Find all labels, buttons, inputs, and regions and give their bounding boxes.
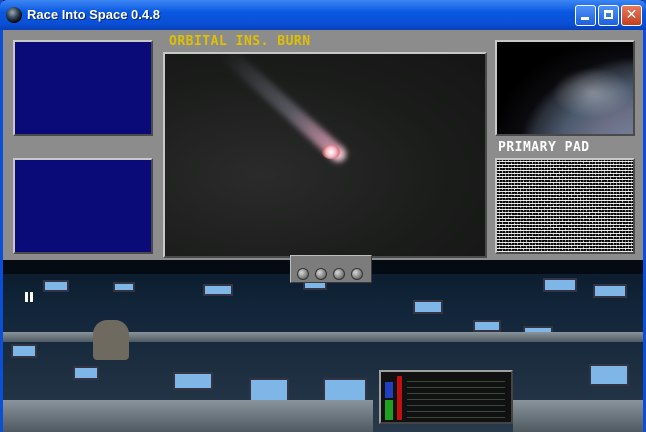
controller-figure	[93, 320, 129, 360]
main-screen-label: ORBITAL INS. BURN	[169, 34, 311, 49]
pause-icon[interactable]	[25, 287, 35, 302]
room-monitor	[173, 372, 213, 390]
minimize-button[interactable]	[575, 5, 596, 26]
title-bar[interactable]: Race Into Space 0.4.8 ✕	[0, 0, 646, 30]
earth-image	[497, 42, 633, 134]
close-icon: ✕	[625, 7, 638, 23]
window-title: Race Into Space 0.4.8	[27, 7, 160, 22]
control-strip	[290, 255, 372, 283]
main-video-screen	[163, 52, 487, 258]
room-monitor	[11, 344, 37, 358]
room-monitor	[589, 364, 629, 386]
minimize-icon	[581, 17, 589, 20]
monitor-top-left	[13, 40, 153, 136]
game-window: Race Into Space 0.4.8 ✕ ORBITAL INS. BUR…	[0, 0, 646, 432]
status-bar-red	[397, 376, 402, 420]
dial-knob[interactable]	[315, 268, 327, 280]
status-bar-green	[385, 400, 393, 420]
status-grid	[407, 378, 505, 418]
rocket-flare	[322, 145, 340, 159]
front-console	[3, 400, 373, 432]
room-monitor	[593, 284, 627, 298]
maximize-button[interactable]	[598, 5, 619, 26]
room-monitor	[113, 282, 135, 292]
dial-knob[interactable]	[333, 268, 345, 280]
earth-view-screen	[495, 40, 635, 136]
pad-label: PRIMARY PAD	[498, 140, 590, 155]
dial-knob[interactable]	[297, 268, 309, 280]
status-panel	[379, 370, 513, 424]
room-monitor	[203, 284, 233, 296]
monitor-console: ORBITAL INS. BURN PRIMARY PAD	[3, 30, 643, 260]
room-monitor	[413, 300, 443, 314]
status-bar-blue	[385, 382, 393, 398]
room-monitor	[473, 320, 501, 332]
pad-static-screen	[495, 158, 635, 254]
room-monitor	[73, 366, 99, 380]
app-icon[interactable]	[6, 7, 22, 23]
launch-video	[165, 54, 485, 256]
maximize-icon	[604, 10, 613, 19]
close-button[interactable]: ✕	[621, 5, 642, 26]
room-monitor	[43, 280, 69, 292]
dial-knob[interactable]	[351, 268, 363, 280]
front-console	[513, 400, 643, 432]
mission-control-room	[3, 260, 643, 432]
monitor-bottom-left	[13, 158, 153, 254]
room-monitor	[543, 278, 577, 292]
